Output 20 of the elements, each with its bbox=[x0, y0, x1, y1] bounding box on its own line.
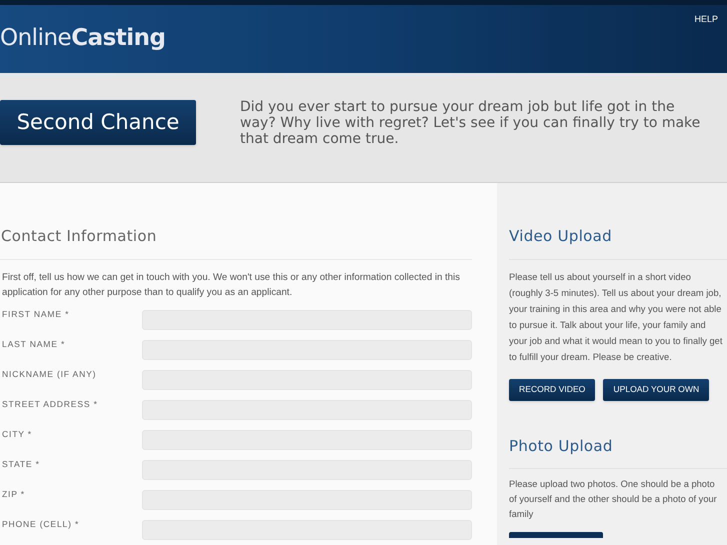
field-label: NICKNAME (IF ANY) bbox=[1, 368, 98, 381]
banner-text: Did you ever start to pursue your dream job but life got in the way? Why live with regret? Let's see if you can finally try to make that dream come true. bbox=[240, 98, 702, 146]
field-label: STATE * bbox=[1, 458, 41, 471]
field-label: FIRST NAME * bbox=[1, 308, 70, 321]
logo[interactable]: OnlineCasting bbox=[0, 21, 166, 56]
section-title: Photo Upload bbox=[509, 436, 614, 456]
field-label: CITY * bbox=[1, 428, 33, 441]
photo-instructions: Please upload two photos. One should be a photo of yourself and the other should be a photo of your family bbox=[509, 478, 718, 521]
field-label: PHONE (CELL) * bbox=[1, 518, 80, 531]
field-label: ZIP * bbox=[1, 488, 26, 501]
section-title: Video Upload bbox=[509, 226, 613, 247]
field-label: STREET ADDRESS * bbox=[1, 398, 99, 411]
upload-button[interactable]: UPLOAD YOUR OWN bbox=[603, 378, 710, 400]
video-instructions: Please tell us about yourself in a short video (roughly 3-5 minutes). Tell us about your dream job, your training in this area and why you were not able to pursue it. Talk about your life, your family and your job and what it would mean to you to finally get to fulfill your dream. Please be creative. bbox=[509, 270, 724, 364]
intro-text: First off, tell us how we can get in touch with you. We won't use this or any other information collected in this application for any other purpose than to qualify you as an applicant. bbox=[2, 270, 461, 300]
second-chance-button[interactable]: Second Chance bbox=[0, 100, 196, 145]
section-title: Contact Information bbox=[0, 226, 158, 247]
field-label: LAST NAME * bbox=[1, 338, 66, 351]
upload-button[interactable]: RECORD VIDEO bbox=[509, 378, 596, 400]
help-link[interactable]: HELP bbox=[694, 13, 718, 26]
